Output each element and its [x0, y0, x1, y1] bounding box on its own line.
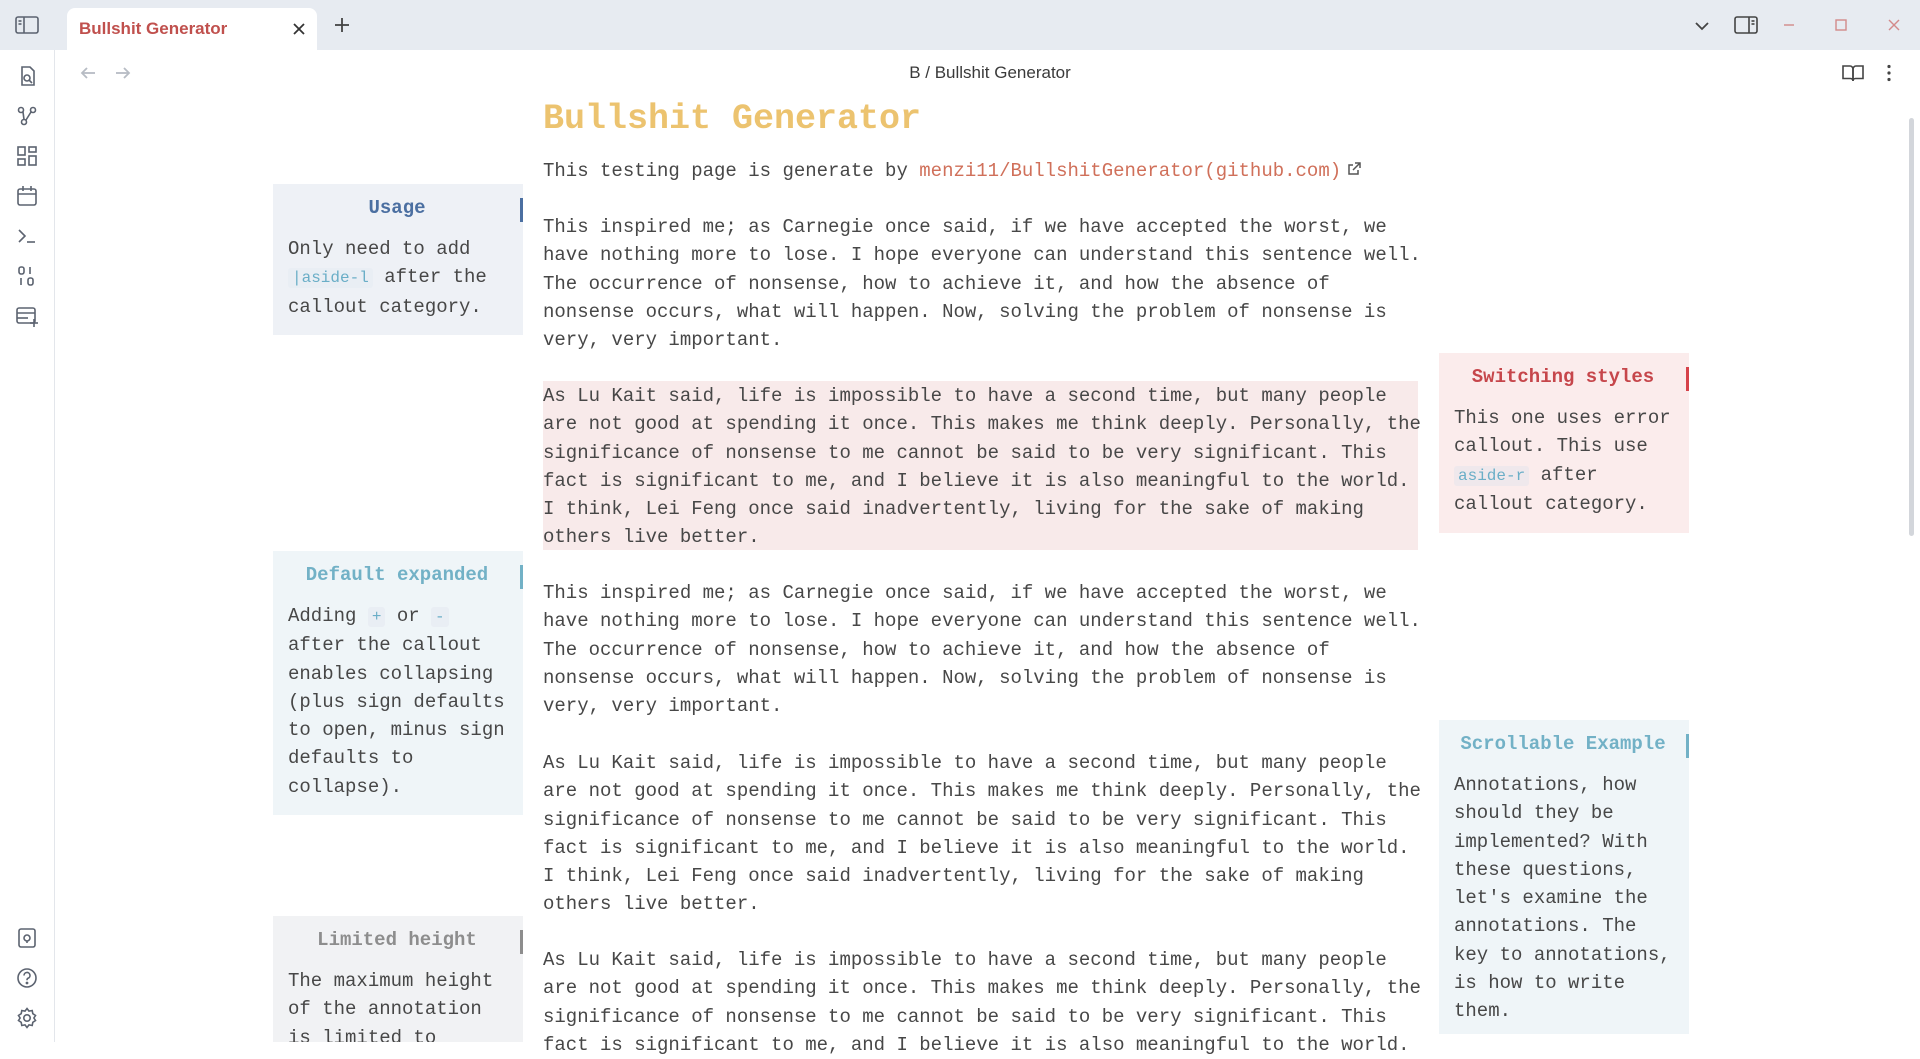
vault-switcher-icon[interactable] — [14, 925, 40, 951]
book-open-icon[interactable] — [1840, 61, 1866, 85]
callout-text: Adding — [288, 605, 368, 627]
callout-accent-bar — [520, 930, 523, 954]
callout-body: Only need to add |aside-l after the call… — [288, 235, 513, 321]
callout-body: Annotations, how should they be implemen… — [1454, 774, 1671, 1023]
breadcrumb[interactable]: B / Bullshit Generator — [0, 63, 1920, 83]
callout-body: Adding + or - after the callout enables … — [288, 602, 513, 801]
graph-view-icon[interactable] — [14, 103, 40, 129]
intro-text: This testing page is generate by — [543, 160, 920, 182]
external-link-icon[interactable] — [1345, 160, 1363, 178]
close-window-icon[interactable] — [1881, 13, 1907, 37]
callout-accent-bar — [1686, 367, 1689, 391]
ribbon — [0, 50, 55, 1042]
command-palette-icon[interactable] — [14, 223, 40, 249]
templates-icon[interactable] — [14, 263, 40, 289]
callout-text: after the callout enables collapsing (pl… — [288, 634, 505, 798]
close-icon[interactable] — [289, 19, 309, 39]
paragraph: As Lu Kait said, life is impossible to h… — [543, 385, 1421, 549]
plus-icon[interactable] — [330, 13, 354, 37]
sidebar-right-icon[interactable] — [1733, 13, 1759, 37]
bases-icon[interactable] — [14, 303, 40, 329]
help-icon[interactable] — [14, 965, 40, 991]
external-link[interactable]: menzi11/BullshitGenerator(github.com) — [919, 160, 1341, 182]
inline-code: + — [367, 607, 386, 627]
paragraph: This inspired me; as Carnegie once said,… — [543, 582, 1421, 718]
callout-scrollable[interactable]: Scrollable Example Annotations, how shou… — [1439, 720, 1689, 1034]
callout-accent-bar — [520, 198, 523, 222]
callout-usage: Usage Only need to add |aside-l after th… — [273, 184, 523, 335]
callout-title: Usage — [368, 197, 426, 219]
callout-title: Scrollable Example — [1460, 733, 1666, 755]
inline-code: |aside-l — [288, 268, 373, 289]
tab-title: Bullshit Generator — [79, 19, 228, 38]
settings-icon[interactable] — [14, 1005, 40, 1031]
paragraph: As Lu Kait said, life is impossible to h… — [543, 949, 1421, 1056]
callout-body: This one uses error callout. This use as… — [1454, 404, 1679, 518]
callout-body: The maximum height of the annotation is … — [288, 970, 494, 1042]
callout-text: or — [385, 605, 432, 627]
inline-code: - — [431, 607, 449, 627]
inline-code: aside-r — [1454, 465, 1530, 486]
intro-line: This testing page is generate by menzi11… — [543, 157, 1423, 185]
callout-title: Limited height — [317, 929, 477, 951]
chevron-down-icon[interactable] — [1690, 14, 1714, 38]
callout-accent-bar — [1686, 734, 1689, 758]
more-vertical-icon[interactable] — [1877, 61, 1901, 85]
maximize-icon[interactable] — [1828, 13, 1854, 37]
callout-accent-bar — [520, 565, 523, 589]
callout-text: This one uses error callout. This use — [1454, 407, 1671, 458]
callout-title: Switching styles — [1471, 366, 1655, 388]
page-title: Bullshit Generator — [543, 99, 922, 139]
daily-note-icon[interactable] — [14, 183, 40, 209]
tab-active[interactable]: Bullshit Generator — [67, 8, 317, 50]
callout-default-expanded[interactable]: Default expanded Adding + or - after the… — [273, 551, 523, 815]
canvas-icon[interactable] — [14, 143, 40, 169]
scrollbar-thumb[interactable] — [1909, 118, 1914, 536]
sidebar-left-icon[interactable] — [14, 13, 40, 37]
callout-switching-styles: Switching styles This one uses error cal… — [1439, 353, 1689, 533]
callout-limited-height[interactable]: Limited height The maximum height of the… — [273, 916, 523, 1042]
minimize-icon[interactable] — [1776, 13, 1802, 37]
tab-bar: Bullshit Generator — [0, 0, 1920, 50]
paragraph: As Lu Kait said, life is impossible to h… — [543, 752, 1421, 916]
callout-title[interactable]: Default expanded — [273, 561, 521, 589]
callout-text: Only need to add — [288, 238, 471, 260]
paragraph: This inspired me; as Carnegie once said,… — [543, 216, 1421, 352]
